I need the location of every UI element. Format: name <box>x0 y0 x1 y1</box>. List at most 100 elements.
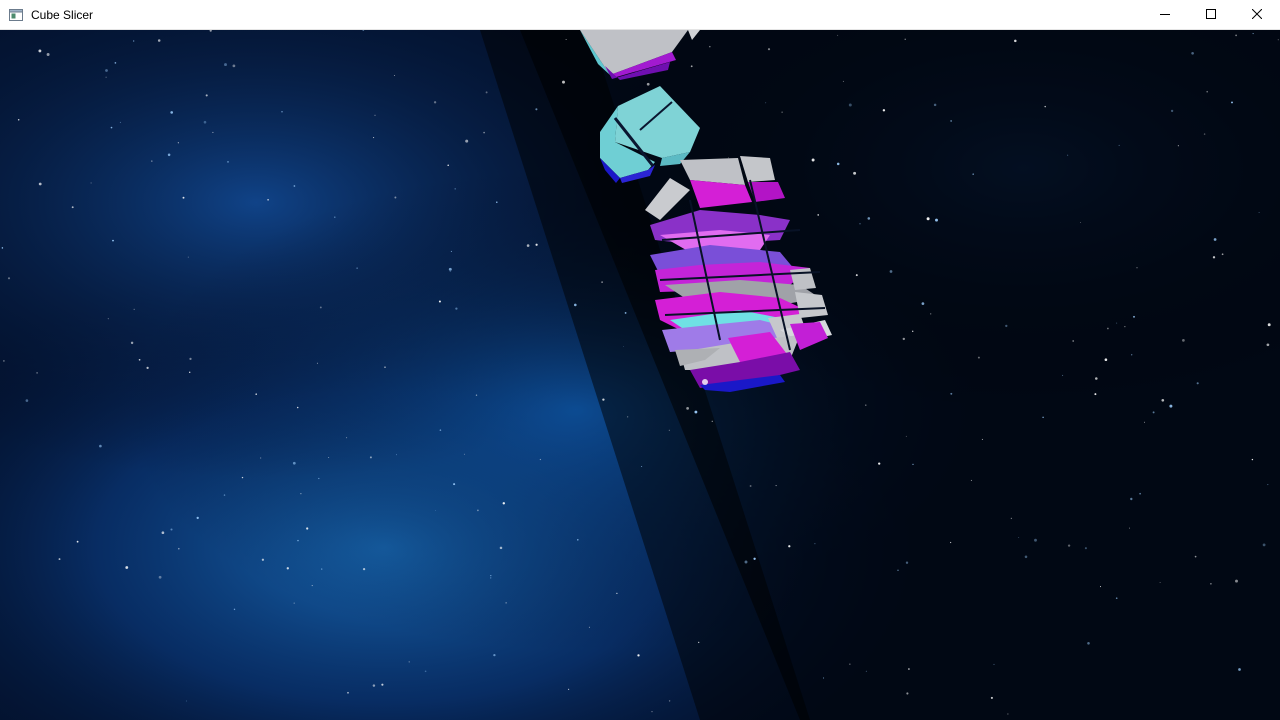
maximize-button[interactable] <box>1188 0 1234 30</box>
star <box>1169 404 1173 408</box>
star <box>224 63 227 67</box>
window-controls <box>1142 0 1280 30</box>
star <box>775 485 777 487</box>
star <box>306 527 309 530</box>
star <box>949 541 952 544</box>
star <box>369 456 372 459</box>
star <box>347 691 349 694</box>
star <box>161 531 165 535</box>
star <box>76 540 79 543</box>
star <box>905 435 907 437</box>
star <box>424 670 427 673</box>
window-title: Cube Slicer <box>31 7 94 22</box>
star <box>433 101 437 104</box>
star <box>158 575 162 579</box>
star <box>261 558 265 561</box>
star <box>993 663 995 665</box>
star <box>972 173 974 175</box>
star <box>855 274 858 277</box>
star <box>690 65 693 68</box>
close-button[interactable] <box>1234 0 1280 30</box>
star <box>372 684 376 687</box>
star <box>867 217 871 220</box>
star <box>711 420 713 422</box>
star <box>38 182 42 186</box>
star <box>865 670 868 672</box>
star <box>223 494 226 496</box>
star <box>490 575 492 577</box>
star <box>849 663 851 665</box>
star <box>453 483 456 486</box>
star <box>567 688 570 691</box>
star <box>930 313 932 315</box>
star <box>902 337 905 341</box>
star <box>233 608 236 611</box>
star <box>744 560 748 564</box>
star <box>502 502 506 505</box>
star <box>316 362 318 364</box>
star <box>493 653 496 657</box>
star <box>935 218 938 222</box>
star <box>1258 212 1260 214</box>
star <box>1007 713 1009 715</box>
star <box>668 700 671 702</box>
app-window: Cube Slicer <box>0 0 1280 720</box>
star <box>499 546 503 550</box>
star <box>1080 222 1081 224</box>
star <box>602 398 605 401</box>
star <box>1 247 4 249</box>
star <box>878 462 881 465</box>
game-viewport[interactable] <box>0 30 1280 720</box>
star <box>38 49 42 53</box>
star <box>526 244 530 247</box>
star <box>651 711 653 713</box>
star <box>811 158 815 162</box>
star <box>970 479 972 481</box>
star <box>1170 109 1174 113</box>
star <box>1152 411 1155 414</box>
star <box>836 162 840 166</box>
star <box>889 270 893 273</box>
title-bar[interactable]: Cube Slicer <box>0 0 1280 30</box>
star <box>1238 668 1241 671</box>
star <box>562 80 565 84</box>
minimize-icon <box>1160 6 1170 24</box>
star <box>905 561 909 564</box>
star <box>1014 39 1017 43</box>
star <box>535 108 538 111</box>
star <box>823 677 825 679</box>
star <box>454 188 456 190</box>
star <box>837 34 839 36</box>
star <box>170 528 173 531</box>
star <box>448 267 452 271</box>
star <box>119 121 121 123</box>
star <box>694 410 698 414</box>
star <box>112 239 114 242</box>
star <box>267 198 269 201</box>
star <box>170 111 174 114</box>
star <box>3 360 5 362</box>
star <box>394 196 397 199</box>
star <box>1213 238 1217 241</box>
star <box>146 366 149 370</box>
star <box>1139 492 1141 495</box>
star <box>1266 343 1270 347</box>
star <box>319 306 322 309</box>
star <box>450 250 452 252</box>
star <box>475 394 478 396</box>
star <box>177 142 179 144</box>
star <box>767 48 771 51</box>
star <box>381 683 384 686</box>
star <box>485 91 488 94</box>
minimize-button[interactable] <box>1142 0 1188 30</box>
star <box>781 111 783 113</box>
star <box>623 346 624 347</box>
star <box>334 216 336 218</box>
star <box>686 407 689 410</box>
star <box>698 641 700 644</box>
star <box>1100 586 1101 588</box>
star <box>178 547 180 550</box>
star <box>912 330 914 332</box>
star <box>848 103 852 107</box>
star <box>130 341 134 345</box>
